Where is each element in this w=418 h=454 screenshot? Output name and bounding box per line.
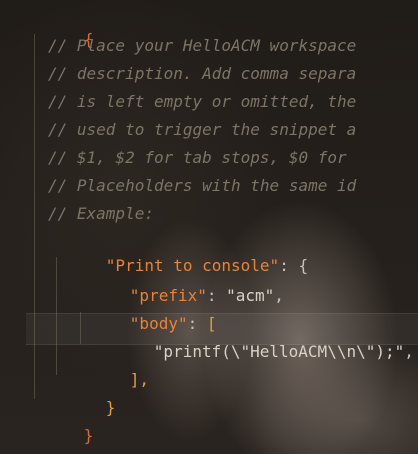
body-value: "printf(\"HelloACM\\n\");" [153, 342, 405, 361]
comment-line: // used to trigger the snippet a [48, 120, 357, 139]
comment-line: // description. Add comma separa [48, 64, 357, 83]
code-editor[interactable]: { // Place your HelloACM workspace // de… [0, 0, 418, 454]
code-content[interactable]: { // Place your HelloACM workspace // de… [0, 0, 418, 454]
snippet-close-brace: } [105, 398, 116, 417]
comment-line: // $1, $2 for tab stops, $0 for [48, 148, 347, 167]
comment-line: // Example: [48, 204, 154, 223]
code-line: ], [72, 344, 149, 389]
code-line: "body": [ [72, 288, 217, 333]
close-brace: } [83, 426, 94, 445]
prefix-value: "acm" [226, 286, 275, 305]
comment-line: // Place your HelloACM workspace [48, 36, 357, 55]
body-comma: , [404, 342, 414, 361]
body-close-bracket: ], [129, 370, 150, 389]
code-line: "Print to console": { [48, 230, 308, 275]
code-line: "printf(\"HelloACM\\n\");", [96, 316, 414, 361]
comment-line: // is left empty or omitted, the [48, 92, 357, 111]
prefix-comma: , [274, 286, 284, 305]
code-line: } [48, 372, 116, 417]
code-line: "prefix": "acm", [72, 260, 284, 305]
comment-line: // Placeholders with the same id [48, 176, 357, 195]
code-line: { [26, 4, 94, 49]
code-line: } [26, 400, 94, 445]
